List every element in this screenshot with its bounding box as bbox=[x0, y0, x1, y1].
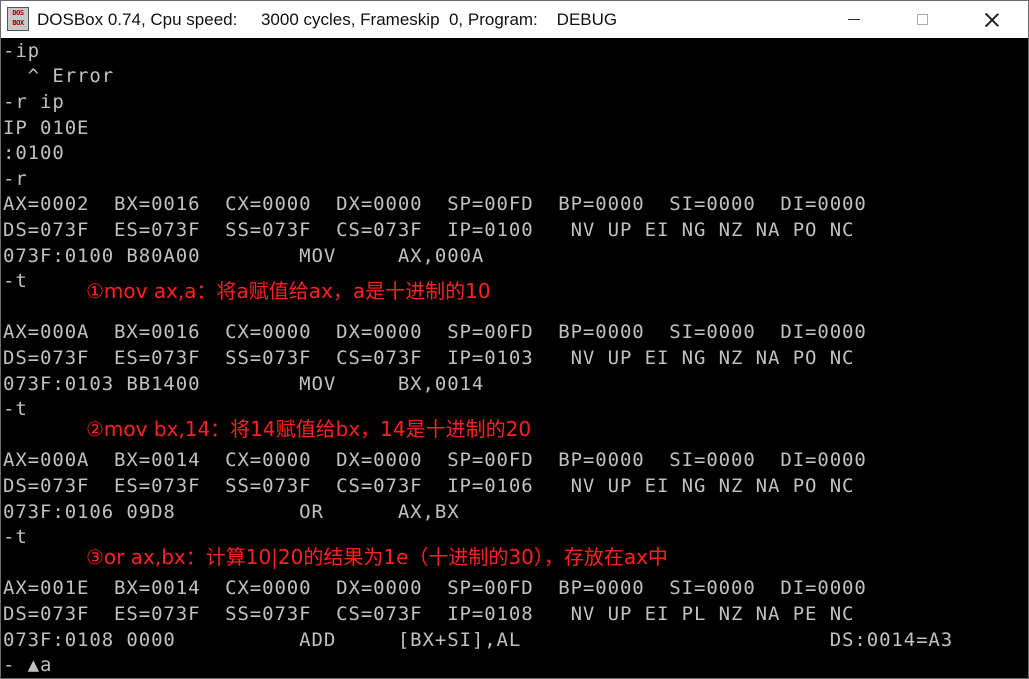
console-line: -t bbox=[3, 398, 28, 420]
app-icon-text-top: DOS bbox=[12, 9, 24, 17]
annotation-1: ①mov ax,a：将a赋值给ax，a是十进制的10 bbox=[86, 279, 491, 303]
console-area[interactable]: -ip ^ Error -r ip IP 010E :0100 -r AX=00… bbox=[1, 38, 1028, 678]
app-icon-text-bottom: BOX bbox=[12, 19, 24, 27]
title-bar[interactable]: DOS BOX DOSBox 0.74, Cpu speed: 3000 cyc… bbox=[1, 1, 1028, 38]
console-line: -t bbox=[3, 526, 28, 548]
console-line: -t bbox=[3, 270, 28, 292]
command-prompt-line[interactable]: - ▲a bbox=[3, 652, 52, 678]
segment-line: DS=073F ES=073F SS=073F CS=073F IP=0106 … bbox=[3, 475, 855, 497]
console-line: -ip bbox=[3, 40, 41, 62]
console-line: -r ip bbox=[3, 91, 65, 113]
register-line: AX=001E BX=0014 CX=0000 DX=0000 SP=00FD … bbox=[3, 577, 867, 599]
console-line: ^ Error bbox=[3, 65, 115, 87]
minimize-button[interactable] bbox=[831, 1, 877, 38]
annotation-3: ③or ax,bx：计算10|20的结果为1e（十进制的30），存放在ax中 bbox=[86, 545, 668, 569]
console-line: IP 010E bbox=[3, 117, 90, 139]
window-title: DOSBox 0.74, Cpu speed: 3000 cycles, Fra… bbox=[37, 10, 618, 29]
register-line: AX=000A BX=0016 CX=0000 DX=0000 SP=00FD … bbox=[3, 321, 867, 343]
instruction-line: 073F:0103 BB1400 MOV BX,0014 bbox=[3, 373, 485, 395]
maximize-button[interactable] bbox=[899, 1, 945, 38]
segment-line: DS=073F ES=073F SS=073F CS=073F IP=0108 … bbox=[3, 603, 855, 625]
instruction-line: 073F:0106 09D8 OR AX,BX bbox=[3, 501, 460, 523]
minimize-icon bbox=[848, 19, 860, 20]
register-line: AX=0002 BX=0016 CX=0000 DX=0000 SP=00FD … bbox=[3, 193, 867, 215]
maximize-icon bbox=[916, 14, 928, 25]
dosbox-window: DOS BOX DOSBox 0.74, Cpu speed: 3000 cyc… bbox=[0, 0, 1029, 679]
console-line: -r bbox=[3, 168, 28, 190]
dosbox-app-icon[interactable]: DOS BOX bbox=[7, 7, 29, 31]
instruction-line: 073F:0108 0000 ADD [BX+SI],AL DS:0014=A3 bbox=[3, 629, 954, 651]
close-icon bbox=[985, 13, 999, 27]
register-line: AX=000A BX=0014 CX=0000 DX=0000 SP=00FD … bbox=[3, 449, 867, 471]
close-button[interactable] bbox=[969, 1, 1015, 38]
instruction-line: 073F:0100 B80A00 MOV AX,000A bbox=[3, 245, 485, 267]
segment-line: DS=073F ES=073F SS=073F CS=073F IP=0103 … bbox=[3, 347, 855, 369]
annotation-2: ②mov bx,14：将14赋值给bx，14是十进制的20 bbox=[86, 417, 532, 441]
console-line: :0100 bbox=[3, 142, 65, 164]
segment-line: DS=073F ES=073F SS=073F CS=073F IP=0100 … bbox=[3, 219, 855, 241]
